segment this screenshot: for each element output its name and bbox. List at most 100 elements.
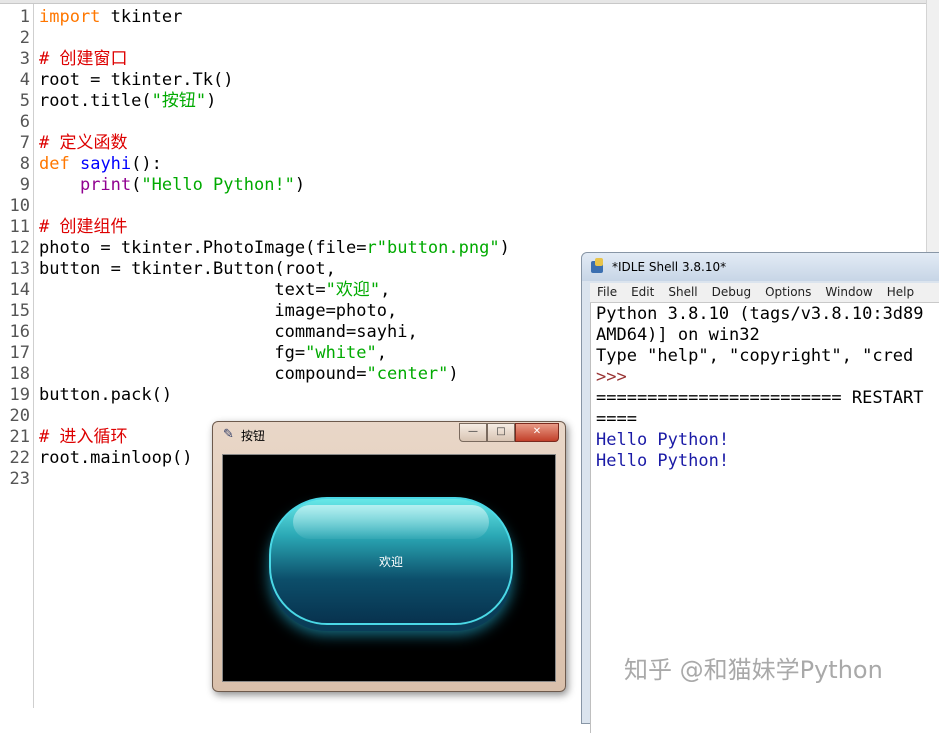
comment-line: # 创建组件 [39,217,128,237]
code-line: image=photo, [39,301,398,321]
code-line: import tkinter [39,7,510,28]
string-token: r"button.png" [366,238,500,258]
string-token: "center" [366,364,449,384]
code-token: ) [294,175,306,195]
code-line: photo = tkinter.PhotoImage(file=r"button… [39,238,510,259]
shell-banner-line: AMD64)] on win32 [596,325,760,345]
code-token: , [376,343,388,363]
tk-client-area: 欢迎 [222,454,556,682]
code-line: text="欢迎", [39,280,510,301]
comment-line: # 定义函数 [39,133,128,153]
line-number: 21 [9,427,30,447]
line-number: 8 [19,154,30,174]
shell-banner-line: Type "help", "copyright", "cred [596,346,914,366]
line-number: 9 [19,175,30,195]
code-token: tkinter [100,7,183,27]
line-number: 16 [9,322,30,342]
menu-file[interactable]: File [590,283,624,302]
menu-options[interactable]: Options [758,283,818,302]
builtin-token: print [79,175,132,195]
code-line: print("Hello Python!") [39,175,510,196]
function-name-token: sayhi [79,154,132,174]
code-line: button = tkinter.Button(root, [39,259,336,279]
indent-token [39,175,80,195]
line-number: 3 [19,49,30,69]
welcome-button-label: 欢迎 [378,555,403,569]
line-number: 15 [9,301,30,321]
shell-restart-line: ==== [596,409,637,429]
editor-top-border [0,0,926,4]
line-number: 20 [9,406,30,426]
line-number: 7 [19,133,30,153]
gutter-divider [33,4,34,708]
tk-titlebar[interactable]: ✎ 按钮 — □ ✕ [213,422,565,448]
line-number: 17 [9,343,30,363]
code-line: root.title("按钮") [39,91,510,112]
code-token: ) [448,364,459,384]
maximize-button[interactable]: □ [487,423,515,442]
code-line: command=sayhi, [39,322,418,342]
button-highlight [293,505,489,539]
window-controls: — □ ✕ [459,423,559,442]
tk-window-title: 按钮 [241,429,266,443]
line-number: 5 [19,91,30,111]
code-token: root.title( [39,91,152,111]
tk-app-window[interactable]: ✎ 按钮 — □ ✕ 欢迎 [212,421,566,692]
shell-title: *IDLE Shell 3.8.10* [612,260,727,274]
line-number: 6 [19,112,30,132]
feather-icon: ✎ [223,427,234,442]
line-number: 19 [9,385,30,405]
code-token: compound= [39,364,367,384]
welcome-image-button[interactable]: 欢迎 [269,497,513,625]
code-line: compound="center") [39,364,510,385]
code-line: def sayhi(): [39,154,510,175]
line-number: 12 [9,238,30,258]
line-number: 13 [9,259,30,279]
code-token: , [380,280,391,300]
shell-restart-line: ======================== RESTART [596,388,924,408]
line-number: 1 [19,7,30,27]
string-token: "按钮" [151,91,207,111]
shell-output-line: Hello Python! [596,451,730,471]
line-number: 2 [19,28,30,48]
code-token: fg= [39,343,306,363]
line-number: 22 [9,448,30,468]
shell-titlebar[interactable]: *IDLE Shell 3.8.10* [582,253,939,281]
menu-edit[interactable]: Edit [624,283,661,302]
code-line: button.pack() [39,385,173,405]
string-token: "Hello Python!" [141,175,295,195]
keyword-token: import [39,7,101,27]
comment-line: # 创建窗口 [39,49,128,69]
string-token: "white" [305,343,377,363]
shell-prompt: >>> [596,367,627,387]
menu-help[interactable]: Help [880,283,921,302]
code-area[interactable]: import tkinter # 创建窗口 root = tkinter.Tk(… [39,7,510,490]
code-token: (): [131,154,162,174]
close-button[interactable]: ✕ [515,423,559,442]
menu-window[interactable]: Window [818,283,879,302]
minimize-button[interactable]: — [459,423,487,442]
menu-debug[interactable]: Debug [705,283,758,302]
line-number: 18 [9,364,30,384]
string-token: "欢迎" [325,280,381,300]
code-token: text= [39,280,326,300]
code-token: photo = tkinter.PhotoImage(file= [39,238,367,258]
code-token: ) [499,238,510,258]
code-token: ) [206,91,217,111]
code-token: ( [131,175,142,195]
line-number-gutter: 1 2 3 4 5 6 7 8 9 10 11 12 13 14 15 16 1… [0,7,32,490]
zhihu-watermark: 知乎 @和猫妹学Python [624,656,883,684]
line-number: 23 [9,469,30,489]
line-number: 14 [9,280,30,300]
menu-shell[interactable]: Shell [661,283,704,302]
code-line: fg="white", [39,343,510,364]
shell-output-line: Hello Python! [596,430,730,450]
keyword-token: def [39,154,70,174]
line-number: 4 [19,70,30,90]
code-line: root = tkinter.Tk() [39,70,234,90]
shell-menubar: File Edit Shell Debug Options Window Hel… [590,283,939,303]
